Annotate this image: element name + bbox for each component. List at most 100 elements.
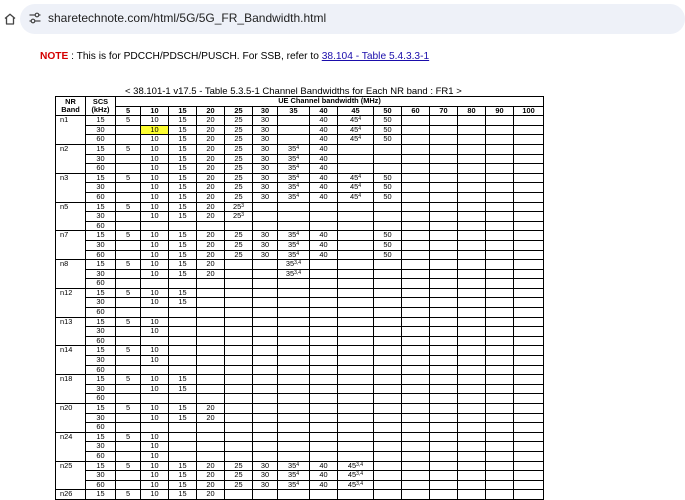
scs-cell: 15 bbox=[85, 489, 116, 500]
bandwidth-cell: 25 bbox=[224, 172, 253, 184]
bandwidth-cell: 30 bbox=[252, 124, 278, 136]
bandwidth-cell bbox=[196, 431, 225, 443]
bandwidth-cell: 20 bbox=[196, 191, 225, 203]
bandwidth-cell bbox=[277, 489, 310, 500]
bandwidth-cell: 15 bbox=[168, 239, 197, 251]
bandwidth-cell bbox=[401, 326, 430, 337]
bandwidth-cell bbox=[277, 297, 310, 309]
scs-cell: 15 bbox=[85, 460, 116, 472]
bandwidth-cell bbox=[401, 355, 430, 366]
bandwidth-cell bbox=[224, 412, 253, 424]
bandwidth-cell bbox=[224, 259, 253, 270]
bandwidth-cell bbox=[196, 355, 225, 366]
bandwidth-cell bbox=[224, 489, 253, 500]
scs-cell: 30 bbox=[85, 239, 116, 251]
bandwidth-cell: 20 bbox=[196, 489, 225, 500]
bandwidth-cell bbox=[337, 489, 374, 500]
bandwidth-cell bbox=[252, 335, 278, 347]
bandwidth-cell: 40 bbox=[309, 153, 338, 165]
bandwidth-cell: 5 bbox=[115, 316, 141, 328]
bandwidth-cell bbox=[429, 470, 458, 481]
bandwidth-group-header: UE Channel bandwidth (MHz) bbox=[114, 96, 545, 107]
band-cell-n20: n20 bbox=[55, 403, 86, 433]
table-row: 30 10 15 20 25 30 354 40 50 bbox=[56, 239, 545, 251]
bandwidth-cell: 5 bbox=[115, 460, 141, 472]
url-text[interactable]: sharetechnote.com/html/5G/5G_FR_Bandwidt… bbox=[48, 11, 326, 25]
table-row: n1 15 5 10 15 20 25 30 40 454 50 bbox=[55, 115, 545, 145]
bandwidth-cell bbox=[224, 220, 253, 232]
bandwidth-cell: 10 bbox=[140, 143, 169, 155]
ssb-table-link[interactable]: 38.104 - Table 5.4.3.3-1 bbox=[322, 51, 429, 62]
bandwidth-cell bbox=[115, 393, 141, 404]
table-row: n26 15 5 10 15 20 bbox=[55, 489, 545, 500]
bandwidth-cell: 20 bbox=[196, 211, 225, 222]
bandwidth-cell bbox=[485, 326, 514, 337]
bandwidth-cell bbox=[168, 422, 197, 433]
scs-cell: 60 bbox=[85, 450, 116, 462]
scs-header-line2: (kHz) bbox=[91, 105, 110, 115]
bandwidth-cell bbox=[429, 153, 458, 165]
bandwidth-cell bbox=[337, 355, 374, 366]
bandwidth-cell bbox=[115, 163, 141, 174]
footnote-ref: 3 bbox=[241, 202, 244, 209]
bandwidth-cell bbox=[401, 115, 430, 126]
bandwidth-cell bbox=[252, 355, 278, 366]
bandwidth-cell bbox=[337, 393, 374, 404]
bandwidth-cell bbox=[512, 278, 545, 289]
bandwidth-cell bbox=[337, 431, 374, 443]
bandwidth-cell bbox=[140, 422, 169, 433]
bandwidth-cell bbox=[196, 326, 225, 337]
bandwidth-cell bbox=[429, 124, 458, 136]
bandwidth-cell bbox=[401, 278, 430, 289]
bandwidth-cell bbox=[373, 431, 402, 443]
site-info-icon[interactable] bbox=[28, 11, 42, 25]
bandwidth-cell bbox=[401, 239, 430, 251]
bandwidth-cell bbox=[401, 268, 430, 280]
bandwidth-cell bbox=[224, 431, 253, 443]
home-icon[interactable] bbox=[3, 12, 17, 26]
scs-cell: 15 bbox=[85, 316, 116, 328]
bandwidth-cell bbox=[309, 307, 338, 318]
bandwidth-cell bbox=[140, 393, 169, 404]
scs-cell: 15 bbox=[85, 143, 116, 155]
bandwidth-cell bbox=[224, 268, 253, 280]
bandwidth-cell bbox=[429, 172, 458, 184]
bandwidth-cell: 454 bbox=[337, 182, 374, 193]
bandwidth-cell bbox=[429, 182, 458, 193]
table-row: 30 10 15 20 353,4 bbox=[56, 268, 545, 280]
bandwidth-cell: 354 bbox=[277, 239, 310, 251]
bandwidth-cell bbox=[373, 412, 402, 424]
scs-cell: 60 bbox=[85, 249, 116, 261]
footnote-ref: 4 bbox=[296, 154, 299, 161]
bandwidth-cell bbox=[457, 422, 486, 433]
bandwidth-cell bbox=[512, 374, 545, 385]
bandwidth-cell: 10 bbox=[140, 287, 169, 299]
bandwidth-cell bbox=[485, 450, 514, 462]
band-header-line2: Band bbox=[61, 105, 80, 115]
note-label: NOTE bbox=[40, 51, 69, 62]
bandwidth-cell: 15 bbox=[168, 115, 197, 126]
bandwidth-cell bbox=[252, 422, 278, 433]
bandwidth-cell bbox=[115, 124, 141, 136]
bandwidth-cell bbox=[196, 364, 225, 376]
bandwidth-cell bbox=[252, 345, 278, 357]
bandwidth-cell bbox=[485, 364, 514, 376]
bandwidth-cell bbox=[373, 307, 402, 318]
bandwidth-cell bbox=[277, 326, 310, 337]
table-row: 30 10 15 20 25 30 354 40 453,4 bbox=[56, 470, 545, 481]
bandwidth-cell bbox=[337, 249, 374, 261]
bandwidth-cell: 30 bbox=[252, 470, 278, 481]
bandwidth-cell bbox=[512, 287, 545, 299]
bandwidth-cell: 15 bbox=[168, 460, 197, 472]
bandwidth-cell: 40 bbox=[309, 115, 338, 126]
bandwidth-cell bbox=[429, 450, 458, 462]
scs-cell: 60 bbox=[85, 422, 116, 433]
bandwidth-cell bbox=[457, 355, 486, 366]
bandwidth-cell bbox=[512, 124, 545, 136]
bandwidth-cell bbox=[168, 450, 197, 462]
bandwidth-cell bbox=[401, 345, 430, 357]
bandwidth-cell: 253 bbox=[224, 211, 253, 222]
bandwidth-cell: 10 bbox=[140, 230, 169, 241]
bandwidth-cell: 50 bbox=[373, 115, 402, 126]
bandwidth-cell: 10 bbox=[140, 297, 169, 309]
